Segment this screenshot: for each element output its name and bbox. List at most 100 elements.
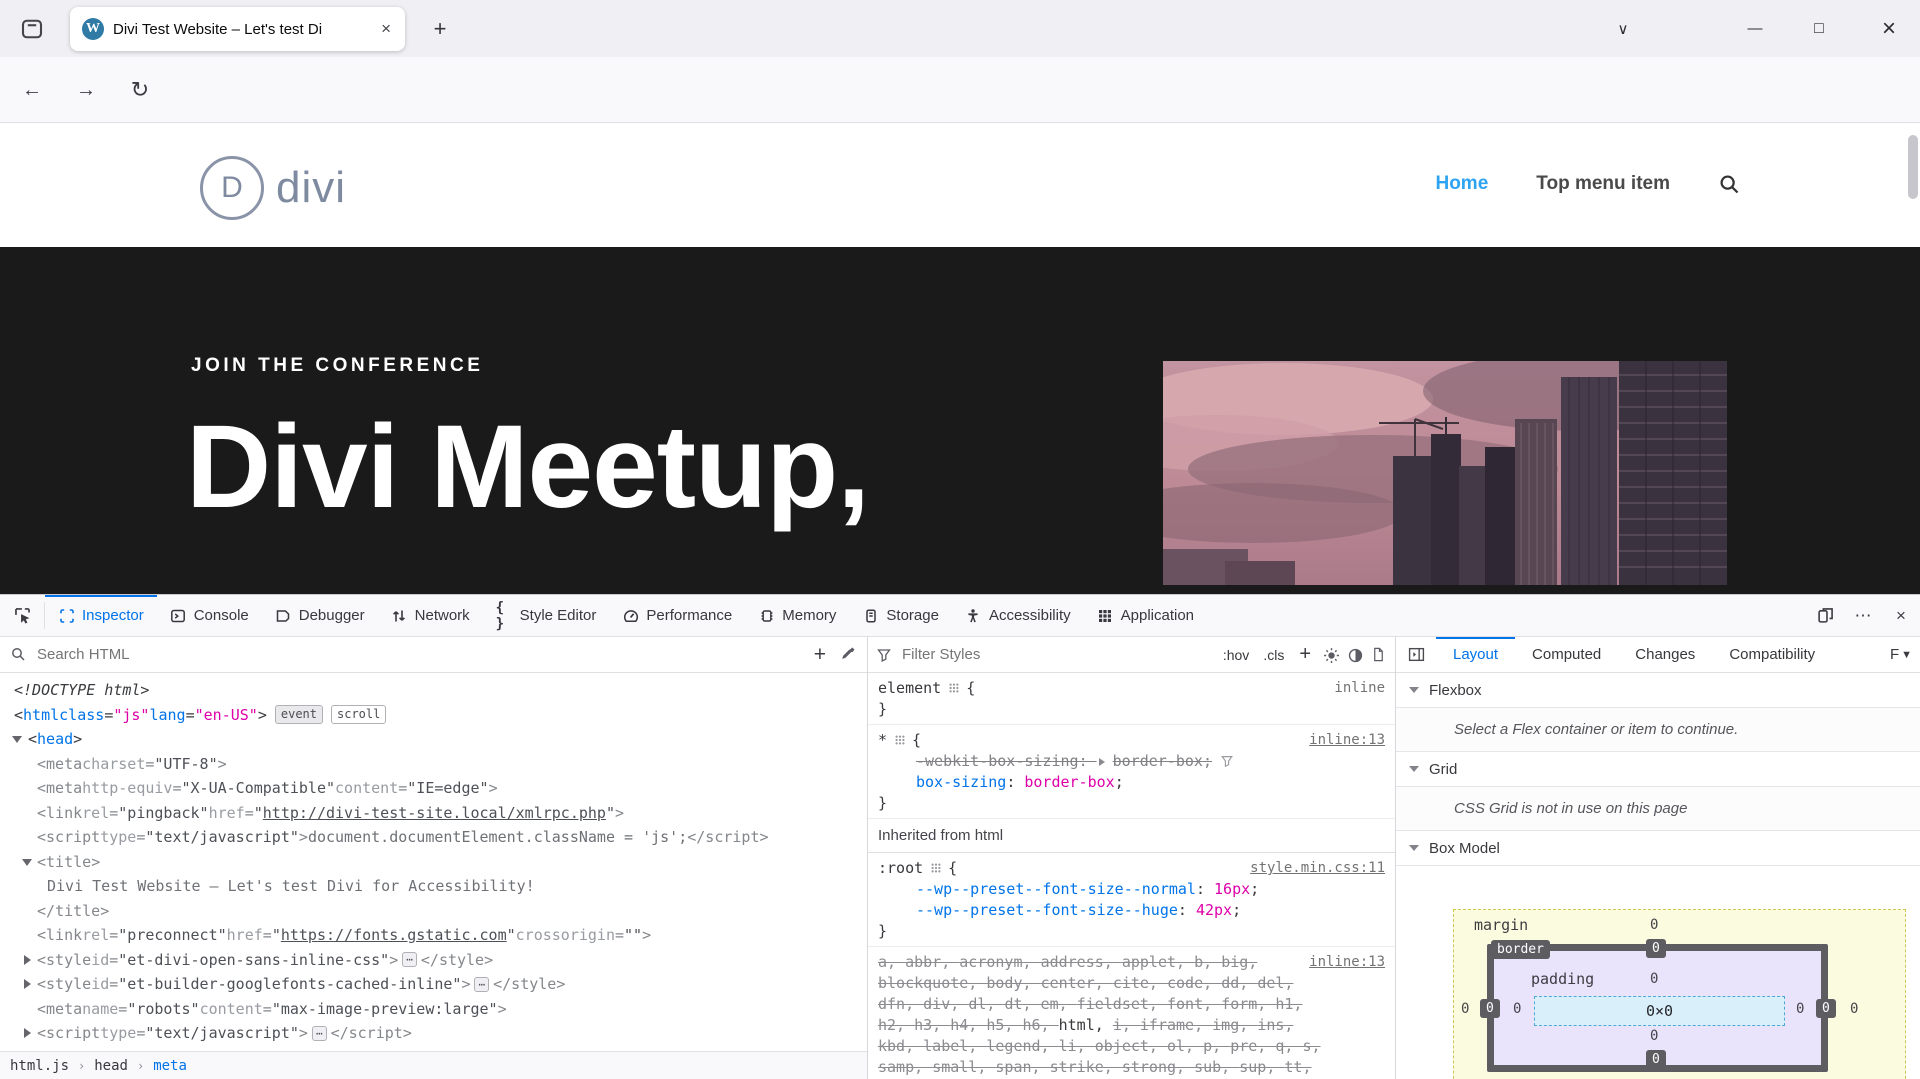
breadcrumb-item-meta[interactable]: meta	[153, 1058, 187, 1074]
css-declaration[interactable]: box-sizing: border-box;	[878, 772, 1385, 793]
css-rule[interactable]: inline:13a, abbr, acronym, address, appl…	[868, 947, 1395, 1079]
markup-line[interactable]: <!DOCTYPE html>	[0, 678, 867, 703]
markup-line[interactable]: </title>	[0, 899, 867, 924]
collapsed-arrow-icon[interactable]	[24, 979, 36, 989]
new-tab-button[interactable]: +	[425, 14, 455, 44]
divi-logo[interactable]: D divi	[200, 156, 346, 220]
eyedropper-icon[interactable]	[840, 646, 857, 663]
scroll-badge[interactable]: scroll	[331, 705, 386, 724]
devtools-tab-performance[interactable]: Performance	[609, 595, 745, 636]
rule-source-link[interactable]: inline	[1334, 678, 1385, 699]
search-html-input[interactable]	[35, 645, 800, 664]
overridden-filter-icon[interactable]	[1220, 753, 1234, 767]
css-declaration[interactable]: --wp--preset--font-size--normal: 16px;	[878, 879, 1385, 900]
nav-link-top-menu-item[interactable]: Top menu item	[1536, 173, 1670, 195]
grid-section-header[interactable]: Grid	[1396, 752, 1920, 787]
breadcrumb-item-htmljs[interactable]: html.js	[10, 1058, 69, 1074]
nav-link-home[interactable]: Home	[1435, 173, 1488, 195]
window-minimize-button[interactable]: —	[1732, 0, 1778, 57]
more-options-icon[interactable]: ⋯	[1844, 595, 1882, 636]
site-search-icon[interactable]	[1718, 173, 1740, 195]
close-devtools-icon[interactable]: ×	[1882, 595, 1920, 636]
markup-line[interactable]: <script type="text/javascript">⋯</script…	[0, 1021, 867, 1046]
margin-left-value[interactable]: 0	[1461, 1001, 1469, 1017]
light-scheme-icon[interactable]	[1323, 647, 1339, 663]
devtools-tab-console[interactable]: Console	[157, 595, 262, 636]
inline-content-ellipsis[interactable]: ⋯	[474, 977, 489, 992]
padding-right-value[interactable]: 0	[1796, 1001, 1804, 1017]
sidebar-tab-computed[interactable]: Computed	[1515, 637, 1618, 672]
sidebar-tab-compatibility[interactable]: Compatibility	[1712, 637, 1832, 672]
markup-line[interactable]: <html class="js" lang="en-US">eventscrol…	[0, 703, 867, 728]
print-simulation-icon[interactable]	[1371, 647, 1387, 663]
tab-close-icon[interactable]: ×	[379, 19, 393, 39]
margin-top-value[interactable]: 0	[1650, 917, 1658, 933]
collapsed-arrow-icon[interactable]	[24, 1028, 36, 1038]
sidebar-tab-layout[interactable]: Layout	[1436, 637, 1515, 672]
devtools-tab-inspector[interactable]: Inspector	[45, 595, 157, 636]
sidebar-toggle-icon[interactable]	[1396, 637, 1436, 672]
css-declaration[interactable]: -webkit-box-sizing: border-box;	[878, 751, 1385, 772]
markup-line[interactable]: <link rel="pingback" href="http://divi-t…	[0, 801, 867, 826]
class-toggle[interactable]: .cls	[1260, 647, 1287, 663]
devtools-tab-style-editor[interactable]: { }Style Editor	[483, 595, 610, 636]
devtools-tab-application[interactable]: Application	[1084, 595, 1207, 636]
rule-source-link[interactable]: inline:13	[1309, 730, 1385, 751]
event-badge[interactable]: event	[275, 705, 323, 724]
padding-top-value[interactable]: 0	[1650, 971, 1658, 987]
window-close-button[interactable]: ×	[1866, 0, 1912, 57]
devtools-tab-network[interactable]: Network	[378, 595, 483, 636]
pick-element-icon[interactable]	[0, 595, 44, 636]
markup-line[interactable]: Divi Test Website – Let's test Divi for …	[0, 874, 867, 899]
devtools-tab-debugger[interactable]: Debugger	[262, 595, 378, 636]
css-rule[interactable]: inline:13*{-webkit-box-sizing: border-bo…	[868, 725, 1395, 819]
margin-right-value[interactable]: 0	[1850, 1001, 1858, 1017]
devtools-tab-accessibility[interactable]: Accessibility	[952, 595, 1084, 636]
forward-button[interactable]: →	[70, 76, 102, 104]
markup-line[interactable]: <style id="et-builder-googlefonts-cached…	[0, 972, 867, 997]
markup-line[interactable]: <link rel="preconnect" href="https://fon…	[0, 923, 867, 948]
css-declaration[interactable]: --wp--preset--font-size--huge: 42px;	[878, 900, 1385, 921]
markup-line[interactable]: <meta charset="UTF-8">	[0, 752, 867, 777]
tab-overflow-arrow-icon[interactable]: ▼	[1901, 637, 1920, 672]
markup-line[interactable]: <script type="text/javascript">document.…	[0, 825, 867, 850]
border-right-value[interactable]: 0	[1816, 999, 1836, 1018]
rule-source-link[interactable]: style.min.css:11	[1250, 858, 1385, 879]
pseudo-class-toggle[interactable]: :hov	[1220, 647, 1252, 663]
padding-left-value[interactable]: 0	[1513, 1001, 1521, 1017]
back-button[interactable]: ←	[16, 76, 48, 104]
reload-button[interactable]: ↻	[124, 76, 156, 104]
sidebar-tab-f[interactable]: F	[1880, 637, 1901, 672]
inline-content-ellipsis[interactable]: ⋯	[402, 952, 417, 967]
expanded-arrow-icon[interactable]	[22, 859, 32, 871]
dark-scheme-icon[interactable]	[1347, 647, 1363, 663]
markup-line[interactable]: <head>	[0, 727, 867, 752]
add-rule-button[interactable]: +	[1295, 643, 1315, 666]
flexbox-section-header[interactable]: Flexbox	[1396, 673, 1920, 708]
boxmodel-section-header[interactable]: Box Model	[1396, 831, 1920, 866]
inline-content-ellipsis[interactable]: ⋯	[312, 1026, 327, 1041]
selector-highlighter-icon[interactable]	[931, 858, 941, 879]
firefox-view-icon[interactable]	[18, 15, 46, 43]
responsive-design-icon[interactable]	[1806, 595, 1844, 636]
border-left-value[interactable]: 0	[1480, 999, 1500, 1018]
markup-line[interactable]: <style id="et-divi-open-sans-inline-css"…	[0, 948, 867, 973]
boxmodel-margin-box[interactable]: margin 0 border 0 padding 0 0×0 0 0 0 0 …	[1453, 909, 1906, 1079]
sidebar-tab-changes[interactable]: Changes	[1618, 637, 1712, 672]
markup-line[interactable]: <meta name="robots" content="max-image-p…	[0, 997, 867, 1022]
window-maximize-button[interactable]: □	[1796, 0, 1842, 57]
css-rule[interactable]: inlineelement{}	[868, 673, 1395, 725]
selector-highlighter-icon[interactable]	[949, 678, 959, 699]
add-node-button[interactable]: +	[808, 643, 832, 667]
border-top-value[interactable]: 0	[1646, 939, 1666, 958]
css-rule[interactable]: style.min.css:11:root{--wp--preset--font…	[868, 853, 1395, 947]
computed-expander-icon[interactable]	[1099, 758, 1109, 766]
filter-styles-input[interactable]	[900, 645, 1212, 664]
rule-source-link[interactable]: inline:13	[1309, 952, 1385, 973]
expanded-arrow-icon[interactable]	[12, 736, 22, 748]
page-scrollbar[interactable]	[1908, 135, 1918, 199]
devtools-tab-storage[interactable]: Storage	[849, 595, 952, 636]
breadcrumb-item-head[interactable]: head	[94, 1058, 128, 1074]
list-all-tabs-icon[interactable]: ∨	[1600, 0, 1646, 57]
devtools-tab-memory[interactable]: Memory	[745, 595, 849, 636]
